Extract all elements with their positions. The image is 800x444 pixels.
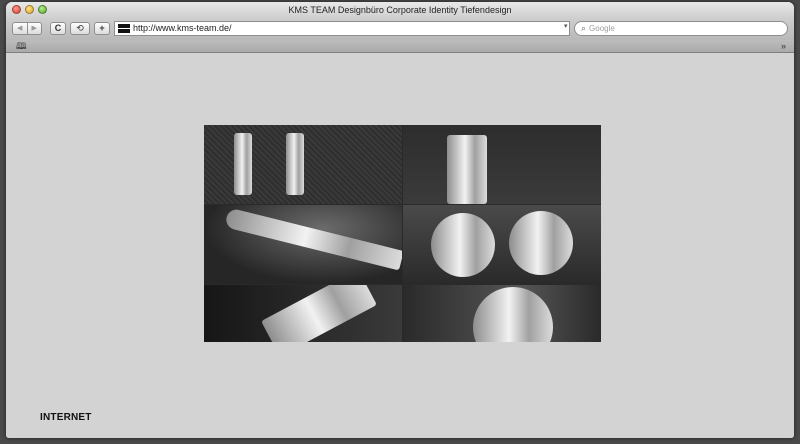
browser-toolbar: ◀ ▶ C ⟲ + http://www.kms-team.de/ ▾ ⌕ Goo… xyxy=(6,18,794,40)
back-forward-group: ◀ ▶ xyxy=(12,22,42,35)
page-content: INTERNET xyxy=(6,53,794,438)
zoom-window-button[interactable] xyxy=(38,5,47,14)
reload-button[interactable]: C xyxy=(50,22,66,35)
search-placeholder: Google xyxy=(589,24,615,33)
browser-window: KMS TEAM Designbüro Corporate Identity T… xyxy=(6,2,794,438)
bookmarks-bar: 🕮 » xyxy=(6,40,794,53)
address-url: http://www.kms-team.de/ xyxy=(133,23,232,33)
photo-pen[interactable] xyxy=(204,205,402,284)
photo-stick-caps[interactable] xyxy=(403,205,601,284)
photo-usb-stick-closeup[interactable] xyxy=(403,125,601,204)
add-bookmark-button[interactable]: + xyxy=(94,22,110,35)
minimize-window-button[interactable] xyxy=(25,5,34,14)
bookmarks-overflow-icon[interactable]: » xyxy=(781,40,786,52)
window-title: KMS TEAM Designbüro Corporate Identity T… xyxy=(288,5,512,15)
magnifier-icon: ⌕ xyxy=(581,23,587,33)
photo-engraved-stick[interactable] xyxy=(204,285,402,342)
close-window-button[interactable] xyxy=(12,5,21,14)
address-bar[interactable]: http://www.kms-team.de/ xyxy=(114,21,570,36)
title-bar: KMS TEAM Designbüro Corporate Identity T… xyxy=(6,2,794,18)
window-controls xyxy=(12,5,47,14)
address-dropdown-icon[interactable]: ▾ xyxy=(564,22,568,30)
snapback-button[interactable]: ⟲ xyxy=(70,22,90,35)
section-label: INTERNET xyxy=(40,412,92,423)
site-favicon-icon xyxy=(118,24,130,33)
search-field[interactable]: ⌕ Google xyxy=(574,21,788,36)
photo-usb-sticks[interactable] xyxy=(204,125,402,204)
bookmarks-book-icon[interactable]: 🕮 xyxy=(16,40,27,52)
photo-watch[interactable] xyxy=(403,285,601,342)
forward-button[interactable]: ▶ xyxy=(28,23,42,34)
product-photo-collage xyxy=(204,125,601,342)
back-button[interactable]: ◀ xyxy=(13,23,28,34)
